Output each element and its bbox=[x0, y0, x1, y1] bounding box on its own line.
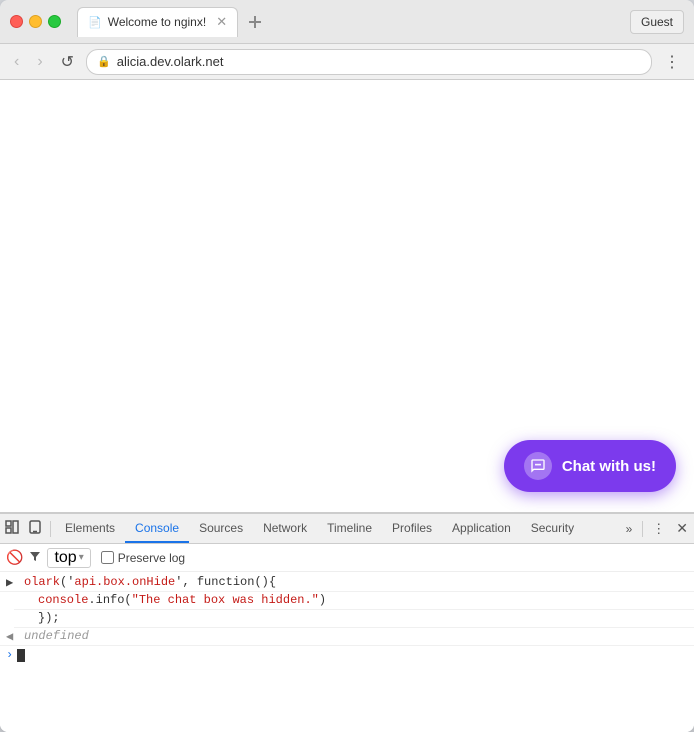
devtools-mobile-button[interactable] bbox=[24, 518, 46, 539]
chevron-down-icon: ▾ bbox=[79, 552, 84, 563]
refresh-button[interactable]: ↺ bbox=[55, 50, 80, 74]
devtools-tab-application[interactable]: Application bbox=[442, 514, 521, 543]
browser-window: 📄 Welcome to nginx! ✕ Guest ‹ › ↺ 🔒 alic… bbox=[0, 0, 694, 732]
devtools-tab-timeline[interactable]: Timeline bbox=[317, 514, 382, 543]
chat-bubble-icon bbox=[524, 452, 552, 480]
chat-widget[interactable]: Chat with us! bbox=[504, 440, 676, 492]
console-output: ▶ olark('api.box.onHide', function(){ co… bbox=[0, 572, 694, 732]
devtools-settings-button[interactable]: ⋮ bbox=[647, 519, 670, 539]
traffic-lights bbox=[10, 15, 61, 28]
result-arrow-icon: ◀ bbox=[6, 629, 20, 644]
devtools-tabs: Elements Console Sources Network Timelin… bbox=[0, 514, 694, 544]
devtools-inspect-button[interactable] bbox=[0, 518, 24, 539]
console-result-value: undefined bbox=[24, 629, 89, 643]
devtools-close-button[interactable]: ✕ bbox=[670, 520, 694, 537]
console-toolbar: 🚫 top ▾ Preserve log bbox=[0, 544, 694, 572]
back-button[interactable]: ‹ bbox=[8, 51, 25, 73]
console-filter-button[interactable] bbox=[29, 550, 41, 565]
minimize-button[interactable] bbox=[29, 15, 42, 28]
devtools-more-tabs-button[interactable]: » bbox=[620, 522, 639, 536]
tab-separator bbox=[50, 521, 51, 537]
console-line-3: }); bbox=[14, 610, 694, 628]
lock-icon: 🔒 bbox=[97, 55, 111, 68]
console-clear-button[interactable]: 🚫 bbox=[6, 549, 23, 566]
close-button[interactable] bbox=[10, 15, 23, 28]
devtools-tab-elements[interactable]: Elements bbox=[55, 514, 125, 543]
address-text: alicia.dev.olark.net bbox=[117, 54, 641, 69]
devtools-tab-profiles[interactable]: Profiles bbox=[382, 514, 442, 543]
console-line-1: ▶ olark('api.box.onHide', function(){ bbox=[0, 574, 694, 592]
chat-widget-label: Chat with us! bbox=[562, 458, 656, 475]
tab-title: Welcome to nginx! bbox=[108, 15, 207, 29]
context-label: top bbox=[54, 549, 76, 567]
console-prompt-line[interactable]: › bbox=[0, 646, 694, 664]
maximize-button[interactable] bbox=[48, 15, 61, 28]
nav-bar: ‹ › ↺ 🔒 alicia.dev.olark.net ⋮ bbox=[0, 44, 694, 80]
tab-separator-2 bbox=[642, 521, 643, 537]
new-tab-button[interactable] bbox=[242, 9, 268, 35]
console-context-selector[interactable]: top ▾ bbox=[47, 548, 90, 568]
devtools-tab-security[interactable]: Security bbox=[521, 514, 584, 543]
tab-favicon-icon: 📄 bbox=[88, 16, 102, 29]
preserve-log-label: Preserve log bbox=[101, 551, 185, 565]
devtools-panel: Elements Console Sources Network Timelin… bbox=[0, 512, 694, 732]
browser-more-button[interactable]: ⋮ bbox=[658, 50, 686, 74]
devtools-tab-sources[interactable]: Sources bbox=[189, 514, 253, 543]
devtools-tab-network[interactable]: Network bbox=[253, 514, 317, 543]
prompt-arrow-icon: › bbox=[6, 648, 13, 662]
console-code-3: }); bbox=[38, 611, 60, 625]
expand-arrow-icon[interactable]: ▶ bbox=[6, 575, 20, 590]
title-bar: 📄 Welcome to nginx! ✕ Guest bbox=[0, 0, 694, 44]
guest-button[interactable]: Guest bbox=[630, 10, 684, 34]
indent-spacer-2 bbox=[20, 611, 34, 625]
tab-close-icon[interactable]: ✕ bbox=[216, 14, 227, 30]
page-content: Chat with us! bbox=[0, 80, 694, 512]
browser-tab[interactable]: 📄 Welcome to nginx! ✕ bbox=[77, 7, 238, 37]
console-line-2: console.info("The chat box was hidden.") bbox=[14, 592, 694, 610]
console-cursor bbox=[17, 649, 25, 662]
console-line-result: ◀ undefined bbox=[0, 628, 694, 646]
console-code-1: olark('api.box.onHide', function(){ bbox=[24, 575, 276, 589]
console-code-2: console.info("The chat box was hidden.") bbox=[38, 593, 326, 607]
address-bar[interactable]: 🔒 alicia.dev.olark.net bbox=[86, 49, 652, 75]
preserve-log-checkbox[interactable] bbox=[101, 551, 114, 564]
tab-bar: 📄 Welcome to nginx! ✕ bbox=[77, 7, 622, 37]
devtools-tab-console[interactable]: Console bbox=[125, 514, 189, 543]
indent-spacer bbox=[20, 593, 34, 607]
forward-button[interactable]: › bbox=[31, 51, 48, 73]
